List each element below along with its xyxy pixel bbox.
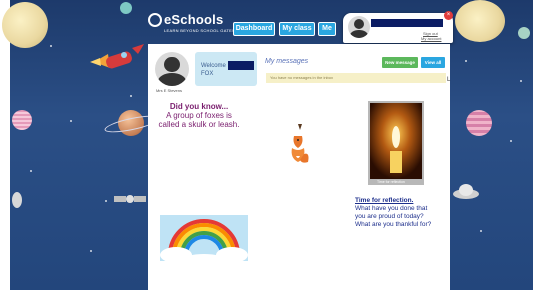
small-planet xyxy=(518,27,530,39)
satellite-icon xyxy=(114,195,146,203)
user-popup: Sign out My account × xyxy=(343,11,453,43)
star xyxy=(520,80,522,82)
logo-tagline: LEARN BEYOND SCHOOL GATES xyxy=(164,28,236,33)
star xyxy=(465,60,467,62)
logo-mark-icon xyxy=(148,13,162,27)
nav-my-class-button[interactable]: My class xyxy=(279,22,315,36)
candle-caption: Time for reflection xyxy=(377,180,405,184)
star xyxy=(70,120,72,122)
profile-avatar[interactable] xyxy=(155,52,189,86)
nav-me-button[interactable]: Me xyxy=(318,22,336,36)
messages-title: My messages xyxy=(265,58,309,65)
star xyxy=(130,95,132,97)
close-icon[interactable]: × xyxy=(444,11,453,20)
side-initial: L xyxy=(447,77,451,83)
popup-link[interactable]: My account xyxy=(421,36,441,41)
moon-top-left xyxy=(2,2,48,48)
reflection-block: Time for reflection. What have you done … xyxy=(355,197,439,229)
redacted-name xyxy=(228,61,254,70)
logo-name: eSchools xyxy=(164,12,224,27)
moon-top-right xyxy=(455,0,505,42)
reflection-body: What have you done that you are proud of… xyxy=(355,205,432,228)
star xyxy=(30,170,32,172)
popup-avatar xyxy=(348,16,370,38)
fact-body: A group of foxes is called a skulk or le… xyxy=(158,111,240,129)
candle-image xyxy=(368,101,424,185)
nav-dashboard-button[interactable]: Dashboard xyxy=(233,22,275,36)
star xyxy=(510,140,512,142)
welcome-greeting: Welcome xyxy=(201,63,226,69)
rocket-icon xyxy=(90,44,144,69)
fox-icon xyxy=(291,124,309,163)
rainbow-image xyxy=(160,215,248,261)
reflection-heading: Time for reflection. xyxy=(355,197,414,204)
pink-planet xyxy=(12,110,32,130)
messages-empty-notice: You have no messages in the inbox xyxy=(266,73,446,83)
star xyxy=(105,200,107,202)
star xyxy=(480,230,482,232)
star xyxy=(90,250,92,252)
fact-block: Did you know... A group of foxes is call… xyxy=(158,102,240,129)
ufo-icon xyxy=(453,184,479,199)
redacted-username xyxy=(371,19,443,27)
welcome-user: FOX xyxy=(201,71,214,77)
star xyxy=(50,45,52,47)
small-planet xyxy=(120,2,132,14)
avatar-caption: Mrs E Stevens xyxy=(156,88,183,93)
fact-heading: Did you know... xyxy=(169,102,229,111)
screenshot: eSchools LEARN BEYOND SCHOOL GATES Dashb… xyxy=(0,0,543,290)
striped-planet xyxy=(466,110,492,136)
comet-icon xyxy=(12,192,22,208)
eschools-logo[interactable]: eSchools LEARN BEYOND SCHOOL GATES xyxy=(148,11,235,35)
new-message-button[interactable]: New message xyxy=(382,57,418,68)
view-all-button[interactable]: View all xyxy=(421,57,445,68)
candle-illustration xyxy=(370,103,422,179)
